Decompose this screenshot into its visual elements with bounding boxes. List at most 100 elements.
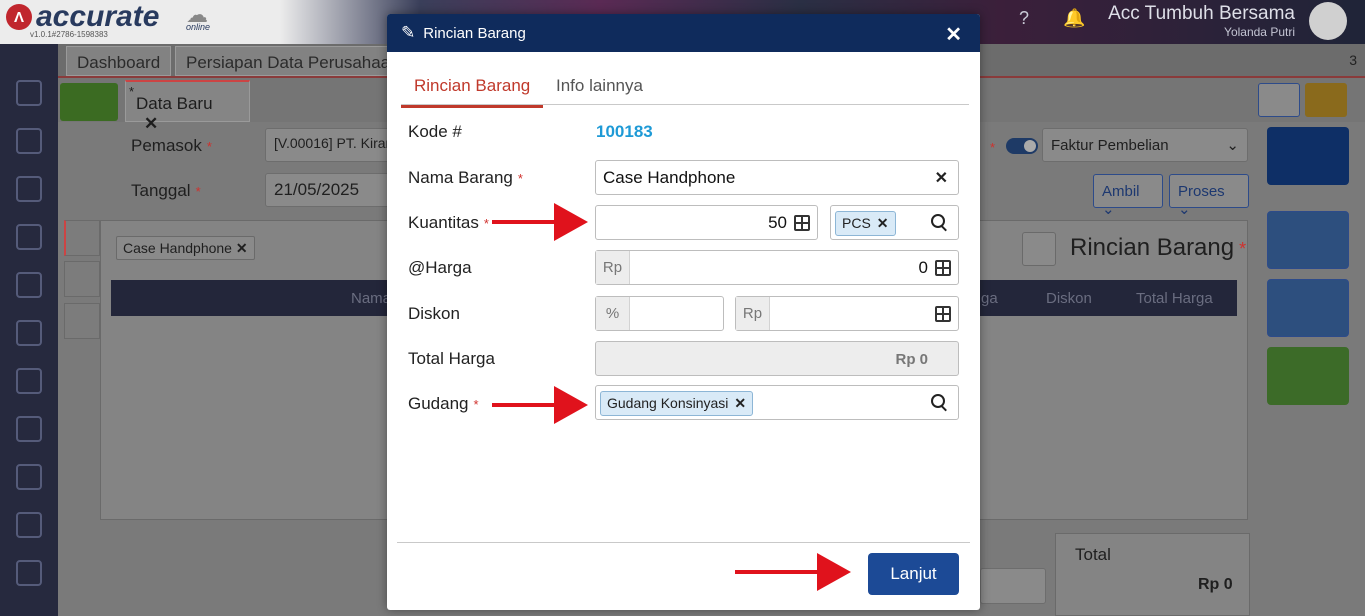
tab-persiapan-data[interactable]: Persiapan Data Perusahaan <box>175 46 395 76</box>
gudang-select[interactable]: Gudang Konsinyasi ✕ <box>595 385 959 420</box>
currency-prefix: Rp <box>596 251 630 284</box>
total-harga-value: Rp 0 <box>895 351 928 368</box>
save-button[interactable] <box>1267 127 1349 185</box>
calculator-icon[interactable] <box>794 215 810 231</box>
calculator-icon[interactable] <box>935 260 951 276</box>
tanggal-label: Tanggal * <box>131 181 201 200</box>
avatar[interactable] <box>1309 2 1347 40</box>
kode-value: 100183 <box>596 122 653 141</box>
lightbulb-button[interactable] <box>1305 83 1347 117</box>
annotation-arrow <box>735 553 851 591</box>
kuantitas-label: Kuantitas * <box>408 213 489 232</box>
harga-input[interactable]: Rp 0 <box>595 250 959 285</box>
cost-tab[interactable] <box>64 303 100 339</box>
tab-data-baru[interactable]: * Data Baru ✕ <box>125 80 250 133</box>
list-button[interactable] <box>60 83 118 121</box>
dialog-title: Rincian Barang <box>423 24 526 42</box>
required-mark: * <box>990 140 996 155</box>
item-chip[interactable]: Case Handphone ✕ <box>116 236 255 260</box>
remove-icon[interactable]: ✕ <box>877 215 889 231</box>
unit-select[interactable]: PCS ✕ <box>830 205 959 240</box>
settings-icon[interactable] <box>16 80 42 106</box>
total-value: Rp 0 <box>1198 576 1233 593</box>
clear-icon[interactable]: ✕ <box>935 168 948 188</box>
harga-value: 0 <box>918 258 928 277</box>
app-version: v1.0.1#2786-1598383 <box>30 30 108 39</box>
close-icon[interactable]: ✕ <box>945 22 962 47</box>
search-button[interactable] <box>1022 232 1056 266</box>
column-header[interactable]: Total Harga <box>1136 290 1213 307</box>
toggle-switch[interactable] <box>1006 138 1038 154</box>
app-logo[interactable]: Λ accurate <box>6 0 160 33</box>
percent-prefix: % <box>596 297 630 330</box>
tab-rincian-barang[interactable]: Rincian Barang <box>401 76 544 108</box>
ambil-button[interactable]: Ambil ⌄ <box>1093 174 1163 218</box>
report-icon[interactable] <box>16 560 42 586</box>
cash-register-icon[interactable] <box>16 128 42 154</box>
tab-dashboard[interactable]: Dashboard <box>66 46 172 76</box>
dialog-tabs: Rincian Barang Info lainnya <box>401 70 969 108</box>
discount-input[interactable] <box>980 568 1046 604</box>
search-icon[interactable] <box>931 394 948 411</box>
document-button[interactable] <box>1267 211 1349 269</box>
tab-count[interactable]: 3 <box>1349 52 1357 68</box>
total-harga-label: Total Harga <box>408 349 495 368</box>
diskon-percent-input[interactable]: % <box>595 296 724 331</box>
building-icon[interactable] <box>16 176 42 202</box>
chevron-down-icon: ⌄ <box>1226 137 1239 154</box>
items-tab[interactable] <box>64 220 100 256</box>
user-name: Yolanda Putri <box>1224 25 1295 39</box>
logo-mark-icon: Λ <box>6 4 32 30</box>
company-info[interactable]: Acc Tumbuh Bersama Yolanda Putri <box>1108 3 1295 39</box>
bank-icon[interactable] <box>16 272 42 298</box>
company-name: Acc Tumbuh Bersama <box>1108 3 1295 24</box>
currency-prefix: Rp <box>736 297 770 330</box>
info-tab[interactable] <box>64 261 100 297</box>
cart-icon[interactable] <box>16 368 42 394</box>
tax-icon[interactable] <box>16 512 42 538</box>
total-harga-field: Rp 0 <box>595 341 959 376</box>
cloud-icon: ☁ <box>186 2 208 27</box>
more-options-button[interactable] <box>1267 347 1349 405</box>
sidebar <box>0 44 58 616</box>
proses-button[interactable]: Proses ⌄ <box>1169 174 1249 218</box>
inventory-icon[interactable] <box>16 416 42 442</box>
kuantitas-value: 50 <box>768 213 787 232</box>
column-header[interactable]: ga <box>981 290 998 307</box>
ledger-icon[interactable] <box>16 224 42 250</box>
close-icon[interactable]: ✕ <box>236 240 248 256</box>
gudang-label: Gudang * <box>408 394 479 413</box>
harga-label: @Harga <box>408 258 472 277</box>
calculator-icon[interactable] <box>935 306 951 322</box>
tanggal-input[interactable]: 21/05/2025 <box>265 173 390 207</box>
pemasok-input[interactable]: [V.00016] PT. Kiran <box>265 128 390 162</box>
pemasok-label: Pemasok * <box>131 136 212 155</box>
footer-divider <box>397 542 970 543</box>
diskon-label: Diskon <box>408 304 460 323</box>
tab-info-lainnya[interactable]: Info lainnya <box>556 76 643 96</box>
logo-subtitle: online <box>186 22 211 32</box>
money-bag-icon[interactable] <box>16 320 42 346</box>
pencil-icon: ✎ <box>401 23 416 42</box>
annotation-arrow <box>492 386 588 424</box>
logo-text: accurate <box>36 0 160 33</box>
gear-button[interactable] <box>1258 83 1300 117</box>
close-icon[interactable]: ✕ <box>144 114 158 133</box>
kuantitas-input[interactable]: 50 <box>595 205 818 240</box>
attachment-button[interactable] <box>1267 279 1349 337</box>
gudang-tag: Gudang Konsinyasi ✕ <box>600 391 754 416</box>
factory-icon[interactable] <box>16 464 42 490</box>
column-header[interactable]: Nama <box>351 290 391 307</box>
nama-barang-field[interactable]: Case Handphone ✕ <box>595 160 959 195</box>
document-type-select[interactable]: Faktur Pembelian ⌄ <box>1042 128 1248 162</box>
rincian-barang-dialog: ✎ Rincian Barang ✕ Rincian Barang Info l… <box>387 14 980 610</box>
app-window: Λ accurate ☁ online v1.0.1#2786-1598383 … <box>0 0 1365 616</box>
search-icon[interactable] <box>931 214 948 231</box>
unit-tag: PCS ✕ <box>835 211 896 236</box>
remove-icon[interactable]: ✕ <box>734 395 746 411</box>
diskon-amount-input[interactable]: Rp <box>735 296 959 331</box>
lanjut-button[interactable]: Lanjut <box>868 553 959 595</box>
bell-icon[interactable]: 🔔 <box>1063 8 1085 30</box>
help-icon[interactable]: ? <box>1013 8 1035 30</box>
column-header[interactable]: Diskon <box>1046 290 1092 307</box>
